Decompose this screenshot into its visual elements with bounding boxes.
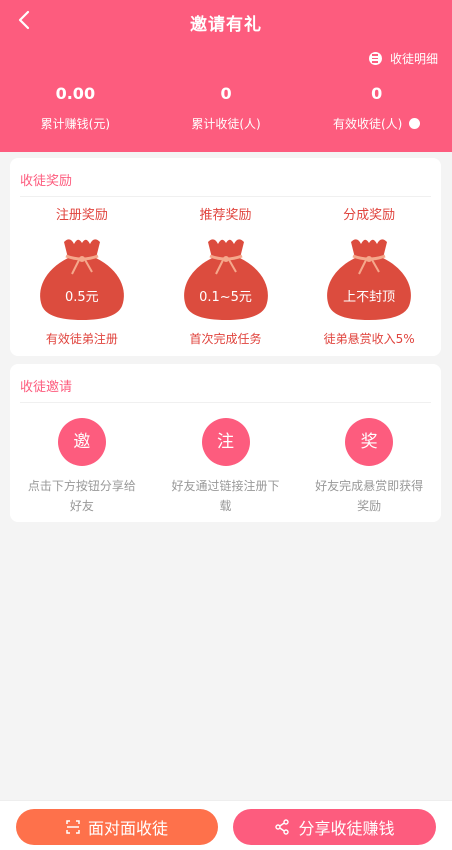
bottom-bar: 面对面收徒 分享收徒赚钱 [0,800,452,850]
money-bag-icon: 0.5元 [34,234,130,322]
face-to-face-label: 面对面收徒 [87,819,168,838]
face-to-face-button[interactable]: 面对面收徒 [16,809,218,845]
step-register: 注 好友通过链接注册下载 [154,418,298,516]
stat-earnings: 0.00 累计赚钱(元) [0,84,151,134]
reward-desc: 首次完成任务 [189,332,262,346]
reward-title: 推荐奖励 [199,208,252,223]
step-text: 好友完成悬赏即获得奖励 [315,479,424,513]
step-badge: 邀 [57,418,106,466]
detail-link[interactable]: 收徒明细 [368,50,438,67]
share-icon [275,819,290,835]
reward-title: 注册奖励 [55,208,108,223]
list-icon [368,52,382,65]
reward-value: 上不封顶 [343,290,396,305]
reward-desc: 有效徒弟注册 [45,332,118,346]
step-invite: 邀 点击下方按钮分享给好友 [10,418,154,516]
rewards-card: 收徒奖励 注册奖励 0.5元 有效徒弟注册 推荐奖励 0.1~5元 首次完成任务… [10,158,441,356]
reward-desc: 徒弟悬赏收入5% [323,332,415,346]
stat-apprentices: 0 累计收徒(人) [151,84,302,134]
money-bag-icon: 上不封顶 [321,234,417,322]
stat-value: 0 [371,84,383,103]
reward-title: 分成奖励 [343,208,396,223]
reward-value: 0.5元 [64,290,99,305]
step-badge: 注 [201,418,250,466]
step-reward: 奖 好友完成悬赏即获得奖励 [297,418,441,516]
reward-recommend: 推荐奖励 0.1~5元 首次完成任务 [154,206,298,347]
stat-label: 累计收徒(人) [191,117,261,131]
scan-icon [66,820,80,834]
stats-row: 0.00 累计赚钱(元) 0 累计收徒(人) 0 有效收徒(人) [0,84,452,134]
divider [20,402,431,403]
stat-value: 0 [220,84,232,103]
divider [20,196,431,197]
invite-card: 收徒邀请 邀 点击下方按钮分享给好友 注 好友通过链接注册下载 奖 好友完成悬赏… [10,364,441,522]
step-badge: 奖 [345,418,394,466]
stat-label: 有效收徒(人) [332,117,403,131]
rewards-card-title: 收徒奖励 [20,174,73,189]
stat-valid-apprentices: 0 有效收徒(人) [301,84,452,134]
step-text: 好友通过链接注册下载 [171,479,280,513]
header-banner: 邀请有礼 收徒明细 0.00 累计赚钱(元) 0 累计收徒(人) 0 有效收徒(… [0,0,452,152]
info-icon[interactable] [409,118,421,129]
share-button[interactable]: 分享收徒赚钱 [233,809,436,845]
stat-value: 0.00 [55,84,96,103]
step-text: 点击下方按钮分享给好友 [27,479,136,513]
invite-card-title: 收徒邀请 [20,380,73,395]
page-title: 邀请有礼 [190,15,262,35]
detail-link-label: 收徒明细 [389,52,438,66]
reward-share: 分成奖励 上不封顶 徒弟悬赏收入5% [297,206,441,347]
reward-register: 注册奖励 0.5元 有效徒弟注册 [10,206,154,347]
reward-value: 0.1~5元 [199,290,252,305]
money-bag-icon: 0.1~5元 [178,234,274,322]
share-label: 分享收徒赚钱 [298,819,395,838]
stat-label: 累计赚钱(元) [40,117,111,131]
